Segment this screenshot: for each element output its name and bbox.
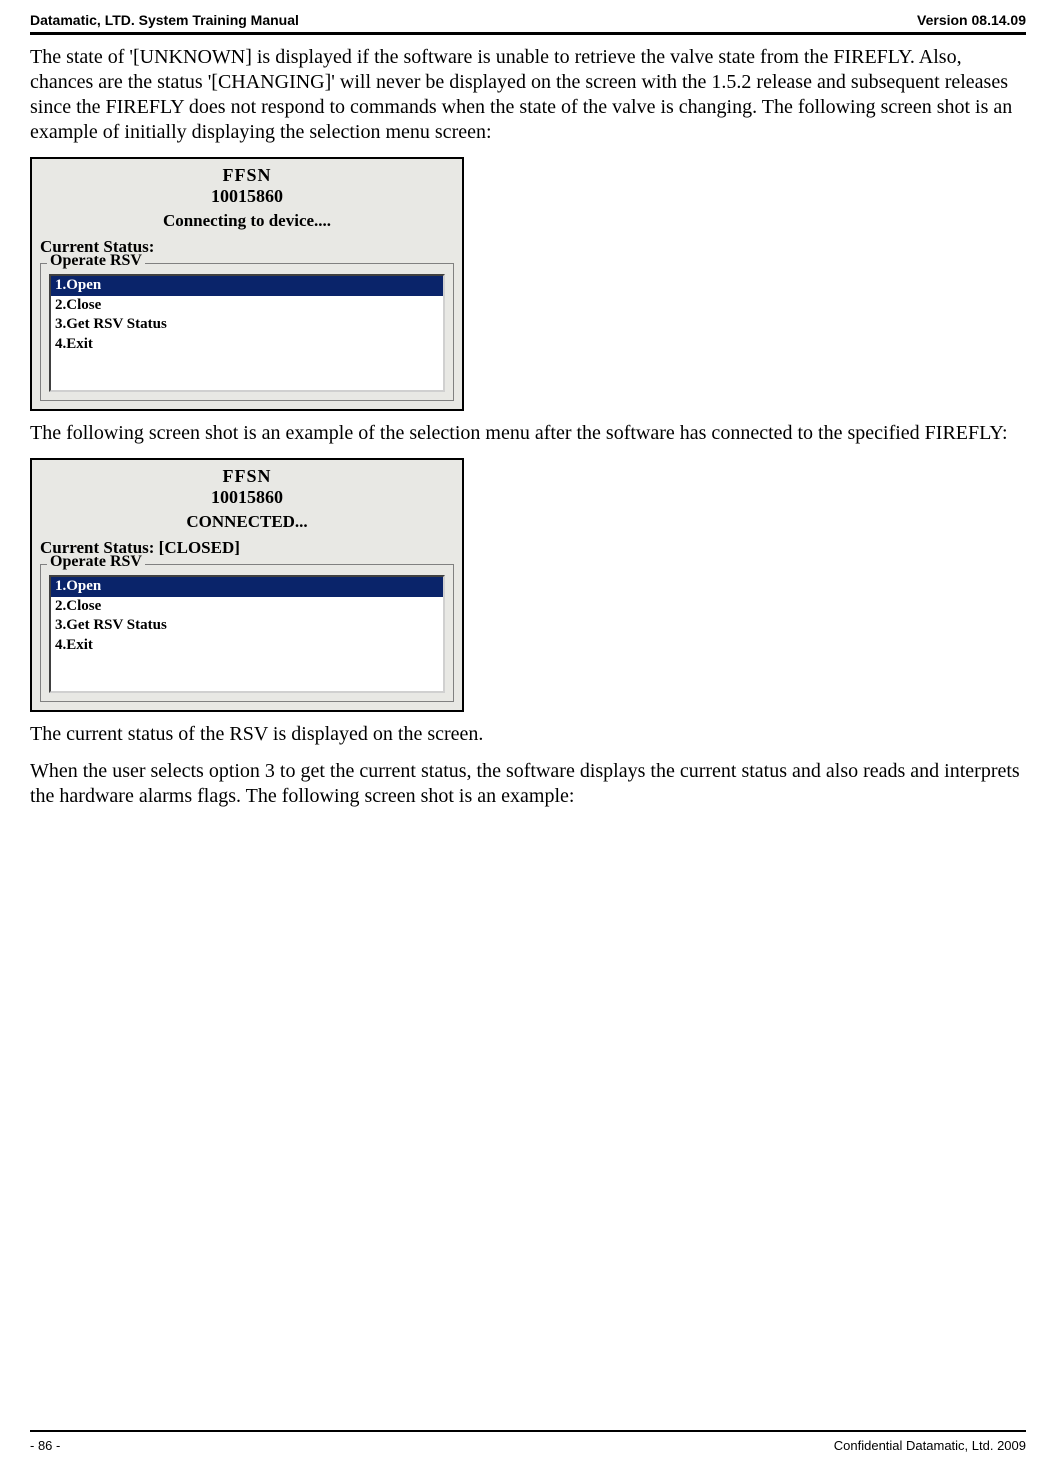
paragraph-2: The following screen shot is an example … [30, 421, 1026, 446]
header-left: Datamatic, LTD. System Training Manual [30, 12, 299, 28]
ss2-operate-group: Operate RSV 1.Open 2.Close 3.Get RSV Sta… [40, 564, 454, 702]
ss2-title: FFSN [40, 466, 454, 487]
ss1-legend: Operate RSV [47, 252, 145, 270]
screenshot-connecting: FFSN 10015860 Connecting to device.... C… [30, 157, 464, 411]
page-header: Datamatic, LTD. System Training Manual V… [30, 12, 1026, 32]
paragraph-4: When the user selects option 3 to get th… [30, 759, 1026, 809]
ss2-legend: Operate RSV [47, 553, 145, 571]
ss1-status-message: Connecting to device.... [40, 211, 454, 231]
page-footer: - 86 - Confidential Datamatic, Ltd. 2009 [30, 1430, 1026, 1453]
footer-confidential: Confidential Datamatic, Ltd. 2009 [834, 1438, 1026, 1453]
ss1-listbox[interactable]: 1.Open 2.Close 3.Get RSV Status 4.Exit [49, 274, 445, 392]
ss1-serial: 10015860 [40, 186, 454, 207]
ss2-listbox[interactable]: 1.Open 2.Close 3.Get RSV Status 4.Exit [49, 575, 445, 693]
ss1-operate-group: Operate RSV 1.Open 2.Close 3.Get RSV Sta… [40, 263, 454, 401]
ss2-item-exit[interactable]: 4.Exit [51, 636, 443, 656]
footer-page-number: - 86 - [30, 1438, 60, 1453]
header-rule [30, 32, 1026, 35]
header-right: Version 08.14.09 [917, 12, 1026, 28]
ss2-status-message: CONNECTED... [40, 512, 454, 532]
paragraph-1: The state of '[UNKNOWN] is displayed if … [30, 45, 1026, 145]
ss1-item-exit[interactable]: 4.Exit [51, 335, 443, 355]
ss1-item-open[interactable]: 1.Open [51, 276, 443, 296]
ss1-item-get-status[interactable]: 3.Get RSV Status [51, 315, 443, 335]
ss1-title: FFSN [40, 165, 454, 186]
paragraph-3: The current status of the RSV is display… [30, 722, 1026, 747]
ss1-item-close[interactable]: 2.Close [51, 296, 443, 316]
ss2-item-open[interactable]: 1.Open [51, 577, 443, 597]
footer-rule [30, 1430, 1026, 1432]
ss2-serial: 10015860 [40, 487, 454, 508]
ss2-item-get-status[interactable]: 3.Get RSV Status [51, 616, 443, 636]
ss2-item-close[interactable]: 2.Close [51, 597, 443, 617]
screenshot-connected: FFSN 10015860 CONNECTED... Current Statu… [30, 458, 464, 712]
